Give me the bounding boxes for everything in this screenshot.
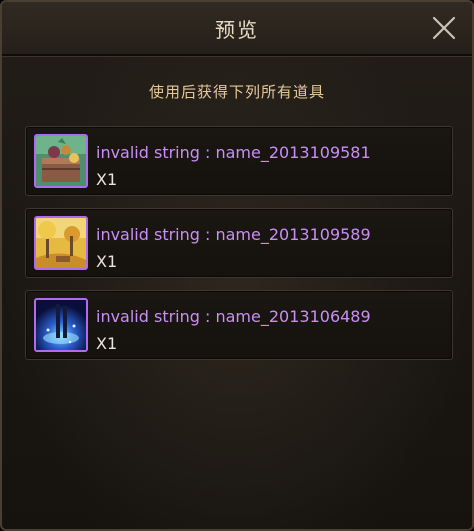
close-button[interactable]	[430, 14, 458, 42]
item-quantity: X1	[96, 170, 118, 189]
item-name: invalid string : name_2013109581	[96, 143, 371, 162]
reward-item[interactable]: invalid string : name_2013106489 X1	[25, 290, 453, 360]
dialog-subtitle: 使用后获得下列所有道具	[148, 83, 325, 101]
close-icon	[432, 16, 456, 40]
reward-item[interactable]: invalid string : name_2013109581 X1	[25, 126, 453, 196]
preview-dialog: 预览 使用后获得下列所有道具 invalid string: name_201…	[0, 0, 474, 531]
reward-list: invalid string : name_2013109581 X1 inva…	[25, 126, 453, 372]
blue-aura-icon	[34, 298, 88, 352]
treasure-chest-icon	[34, 134, 88, 188]
dialog-titlebar: 预览	[2, 2, 472, 56]
autumn-scene-icon	[34, 216, 88, 270]
item-name: invalid string : name_2013109589	[96, 225, 371, 244]
item-name: invalid string : name_2013106489	[96, 307, 371, 326]
dialog-title: 预览	[215, 18, 259, 42]
reward-item[interactable]: invalid string : name_2013109589 X1	[25, 208, 453, 278]
item-quantity: X1	[96, 334, 118, 353]
item-quantity: X1	[96, 252, 118, 271]
